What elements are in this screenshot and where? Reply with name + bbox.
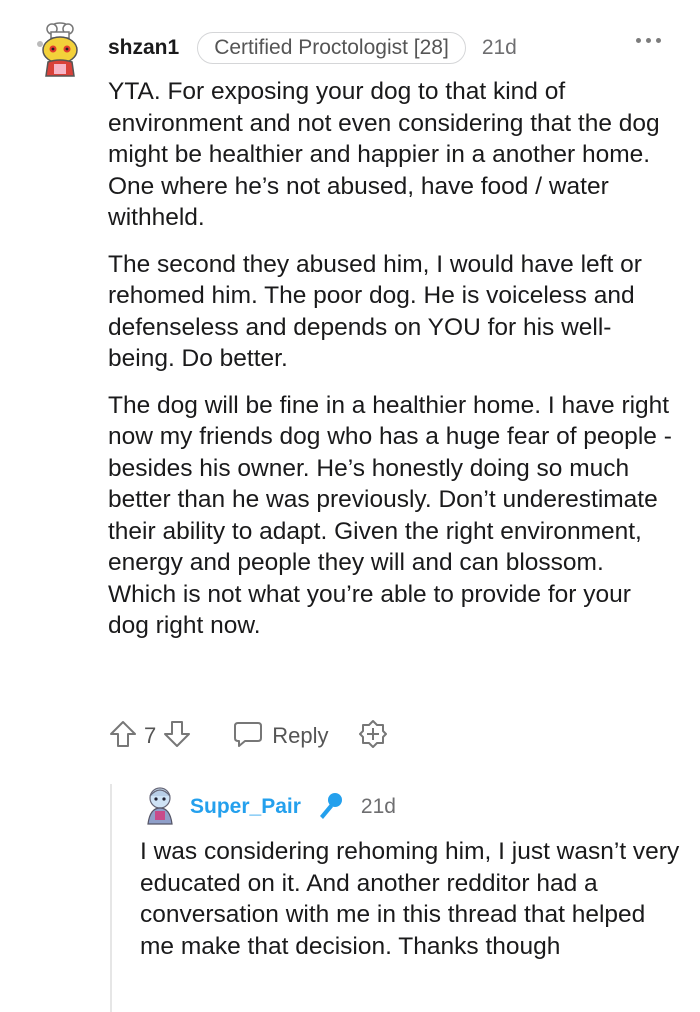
reply-timestamp: 21d bbox=[360, 795, 396, 818]
user-flair: Certified Proctologist [28] bbox=[197, 32, 466, 64]
reply-user-avatar[interactable] bbox=[140, 784, 180, 828]
downvote-icon[interactable] bbox=[162, 719, 192, 754]
comment-header: shzan1 Certified Proctologist [28] 21d bbox=[108, 28, 517, 68]
reply-button[interactable]: Reply bbox=[232, 719, 329, 754]
username[interactable]: shzan1 bbox=[108, 36, 179, 60]
thread-line[interactable] bbox=[110, 784, 112, 1012]
reply-text: I was considering rehoming him, I just w… bbox=[140, 838, 680, 960]
award-icon[interactable] bbox=[357, 718, 389, 755]
user-avatar[interactable] bbox=[30, 20, 90, 80]
timestamp: 21d bbox=[481, 36, 517, 59]
reply-header: Super_Pair 21d bbox=[190, 790, 396, 824]
comment-paragraph: YTA. For exposing your dog to that kind … bbox=[108, 78, 660, 231]
op-username[interactable]: Super_Pair bbox=[190, 795, 301, 819]
reply-label: Reply bbox=[272, 723, 329, 748]
more-options-icon[interactable] bbox=[636, 36, 664, 46]
comment-actions: 7 Reply bbox=[108, 716, 389, 756]
comment-paragraph: The dog will be fine in a healthier home… bbox=[108, 391, 672, 640]
comment-body: YTA. For exposing your dog to that kind … bbox=[108, 76, 678, 657]
vote-count: 7 bbox=[144, 723, 157, 748]
reply-body: I was considering rehoming him, I just w… bbox=[140, 836, 680, 962]
upvote-icon[interactable] bbox=[108, 719, 138, 754]
speech-bubble-icon bbox=[232, 719, 264, 754]
microphone-icon bbox=[315, 790, 345, 825]
comment-paragraph: The second they abused him, I would have… bbox=[108, 250, 642, 373]
